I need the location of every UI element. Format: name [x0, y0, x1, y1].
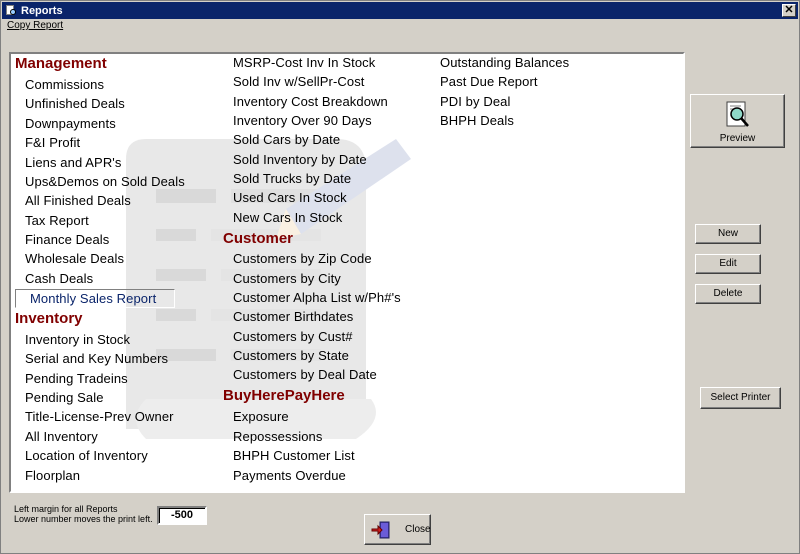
report-commissions[interactable]: Commissions — [25, 77, 104, 92]
section-header-management: Management — [15, 55, 107, 72]
report-inventory-in-stock[interactable]: Inventory in Stock — [25, 332, 130, 347]
report-monthly-sales[interactable]: Monthly Sales Report — [30, 291, 156, 306]
menu-copy-report[interactable]: Copy Report — [7, 20, 63, 31]
report-pending-tradeins[interactable]: Pending Tradeins — [25, 371, 128, 386]
section-header-bhph: BuyHerePayHere — [223, 387, 345, 404]
margin-label: Left margin for all Reports Lower number… — [14, 504, 153, 524]
report-ups-demos[interactable]: Ups&Demos on Sold Deals — [25, 174, 185, 189]
window-close-button[interactable]: ✕ — [782, 4, 796, 17]
reports-window: Reports ✕ Copy Report Management Commiss… — [0, 0, 800, 554]
report-customer-birthdates[interactable]: Customer Birthdates — [233, 309, 353, 324]
report-all-finished-deals[interactable]: All Finished Deals — [25, 193, 131, 208]
section-header-inventory: Inventory — [15, 310, 83, 327]
report-customers-by-zip[interactable]: Customers by Zip Code — [233, 251, 372, 266]
report-floorplan[interactable]: Floorplan — [25, 468, 80, 483]
exit-door-icon — [371, 521, 390, 539]
report-pending-sale[interactable]: Pending Sale — [25, 390, 104, 405]
magnifier-report-icon — [726, 101, 749, 127]
report-title-license[interactable]: Title-License-Prev Owner — [25, 409, 174, 424]
select-printer-button[interactable]: Select Printer — [700, 387, 781, 409]
margin-label-line1: Left margin for all Reports — [14, 504, 118, 514]
report-sold-cars-by-date[interactable]: Sold Cars by Date — [233, 132, 340, 147]
report-location-of-inventory[interactable]: Location of Inventory — [25, 448, 148, 463]
report-sold-trucks-by-date[interactable]: Sold Trucks by Date — [233, 171, 351, 186]
report-wholesale-deals[interactable]: Wholesale Deals — [25, 251, 124, 266]
report-tax-report[interactable]: Tax Report — [25, 213, 89, 228]
report-bhph-deals[interactable]: BHPH Deals — [440, 113, 514, 128]
title-bar: Reports ✕ — [2, 2, 798, 19]
report-customers-by-deal-date[interactable]: Customers by Deal Date — [233, 367, 377, 382]
report-customers-by-custno[interactable]: Customers by Cust# — [233, 329, 353, 344]
close-label: Close — [405, 524, 431, 535]
report-finance-deals[interactable]: Finance Deals — [25, 232, 109, 247]
report-list-panel: Management Commissions Unfinished Deals … — [9, 52, 685, 493]
report-bhph-customer-list[interactable]: BHPH Customer List — [233, 448, 355, 463]
report-exposure[interactable]: Exposure — [233, 409, 289, 424]
report-sold-inv-sellpr[interactable]: Sold Inv w/SellPr-Cost — [233, 74, 365, 89]
report-msrp-cost[interactable]: MSRP-Cost Inv In Stock — [233, 55, 375, 70]
report-past-due[interactable]: Past Due Report — [440, 74, 538, 89]
report-inventory-over-90[interactable]: Inventory Over 90 Days — [233, 113, 372, 128]
report-liens-apr[interactable]: Liens and APR's — [25, 155, 122, 170]
preview-button[interactable]: Preview — [690, 94, 785, 148]
report-inventory-cost-breakdown[interactable]: Inventory Cost Breakdown — [233, 94, 388, 109]
report-used-cars-in-stock[interactable]: Used Cars In Stock — [233, 190, 347, 205]
report-pdi-by-deal[interactable]: PDI by Deal — [440, 94, 510, 109]
report-downpayments[interactable]: Downpayments — [25, 116, 116, 131]
report-repossessions[interactable]: Repossessions — [233, 429, 322, 444]
delete-button[interactable]: Delete — [695, 284, 761, 304]
report-customers-by-city[interactable]: Customers by City — [233, 271, 341, 286]
margin-label-line2: Lower number moves the print left. — [14, 514, 153, 524]
close-button[interactable]: Close — [364, 514, 431, 545]
report-outstanding-balances[interactable]: Outstanding Balances — [440, 55, 569, 70]
report-serial-key-numbers[interactable]: Serial and Key Numbers — [25, 351, 168, 366]
window-title: Reports — [21, 4, 63, 17]
preview-label: Preview — [719, 133, 756, 144]
report-fi-profit[interactable]: F&I Profit — [25, 135, 80, 150]
report-new-cars-in-stock[interactable]: New Cars In Stock — [233, 210, 342, 225]
report-icon — [5, 5, 17, 16]
report-customers-by-state[interactable]: Customers by State — [233, 348, 349, 363]
report-cash-deals[interactable]: Cash Deals — [25, 271, 93, 286]
report-sold-inventory-by-date[interactable]: Sold Inventory by Date — [233, 152, 367, 167]
left-margin-input[interactable]: -500 — [157, 506, 207, 525]
new-button[interactable]: New — [695, 224, 761, 244]
menu-bar: Copy Report — [7, 20, 63, 31]
edit-button[interactable]: Edit — [695, 254, 761, 274]
report-customer-alpha-list[interactable]: Customer Alpha List w/Ph#'s — [233, 290, 401, 305]
report-all-inventory[interactable]: All Inventory — [25, 429, 98, 444]
report-unfinished-deals[interactable]: Unfinished Deals — [25, 96, 125, 111]
report-payments-overdue[interactable]: Payments Overdue — [233, 468, 346, 483]
section-header-customer: Customer — [223, 230, 294, 247]
